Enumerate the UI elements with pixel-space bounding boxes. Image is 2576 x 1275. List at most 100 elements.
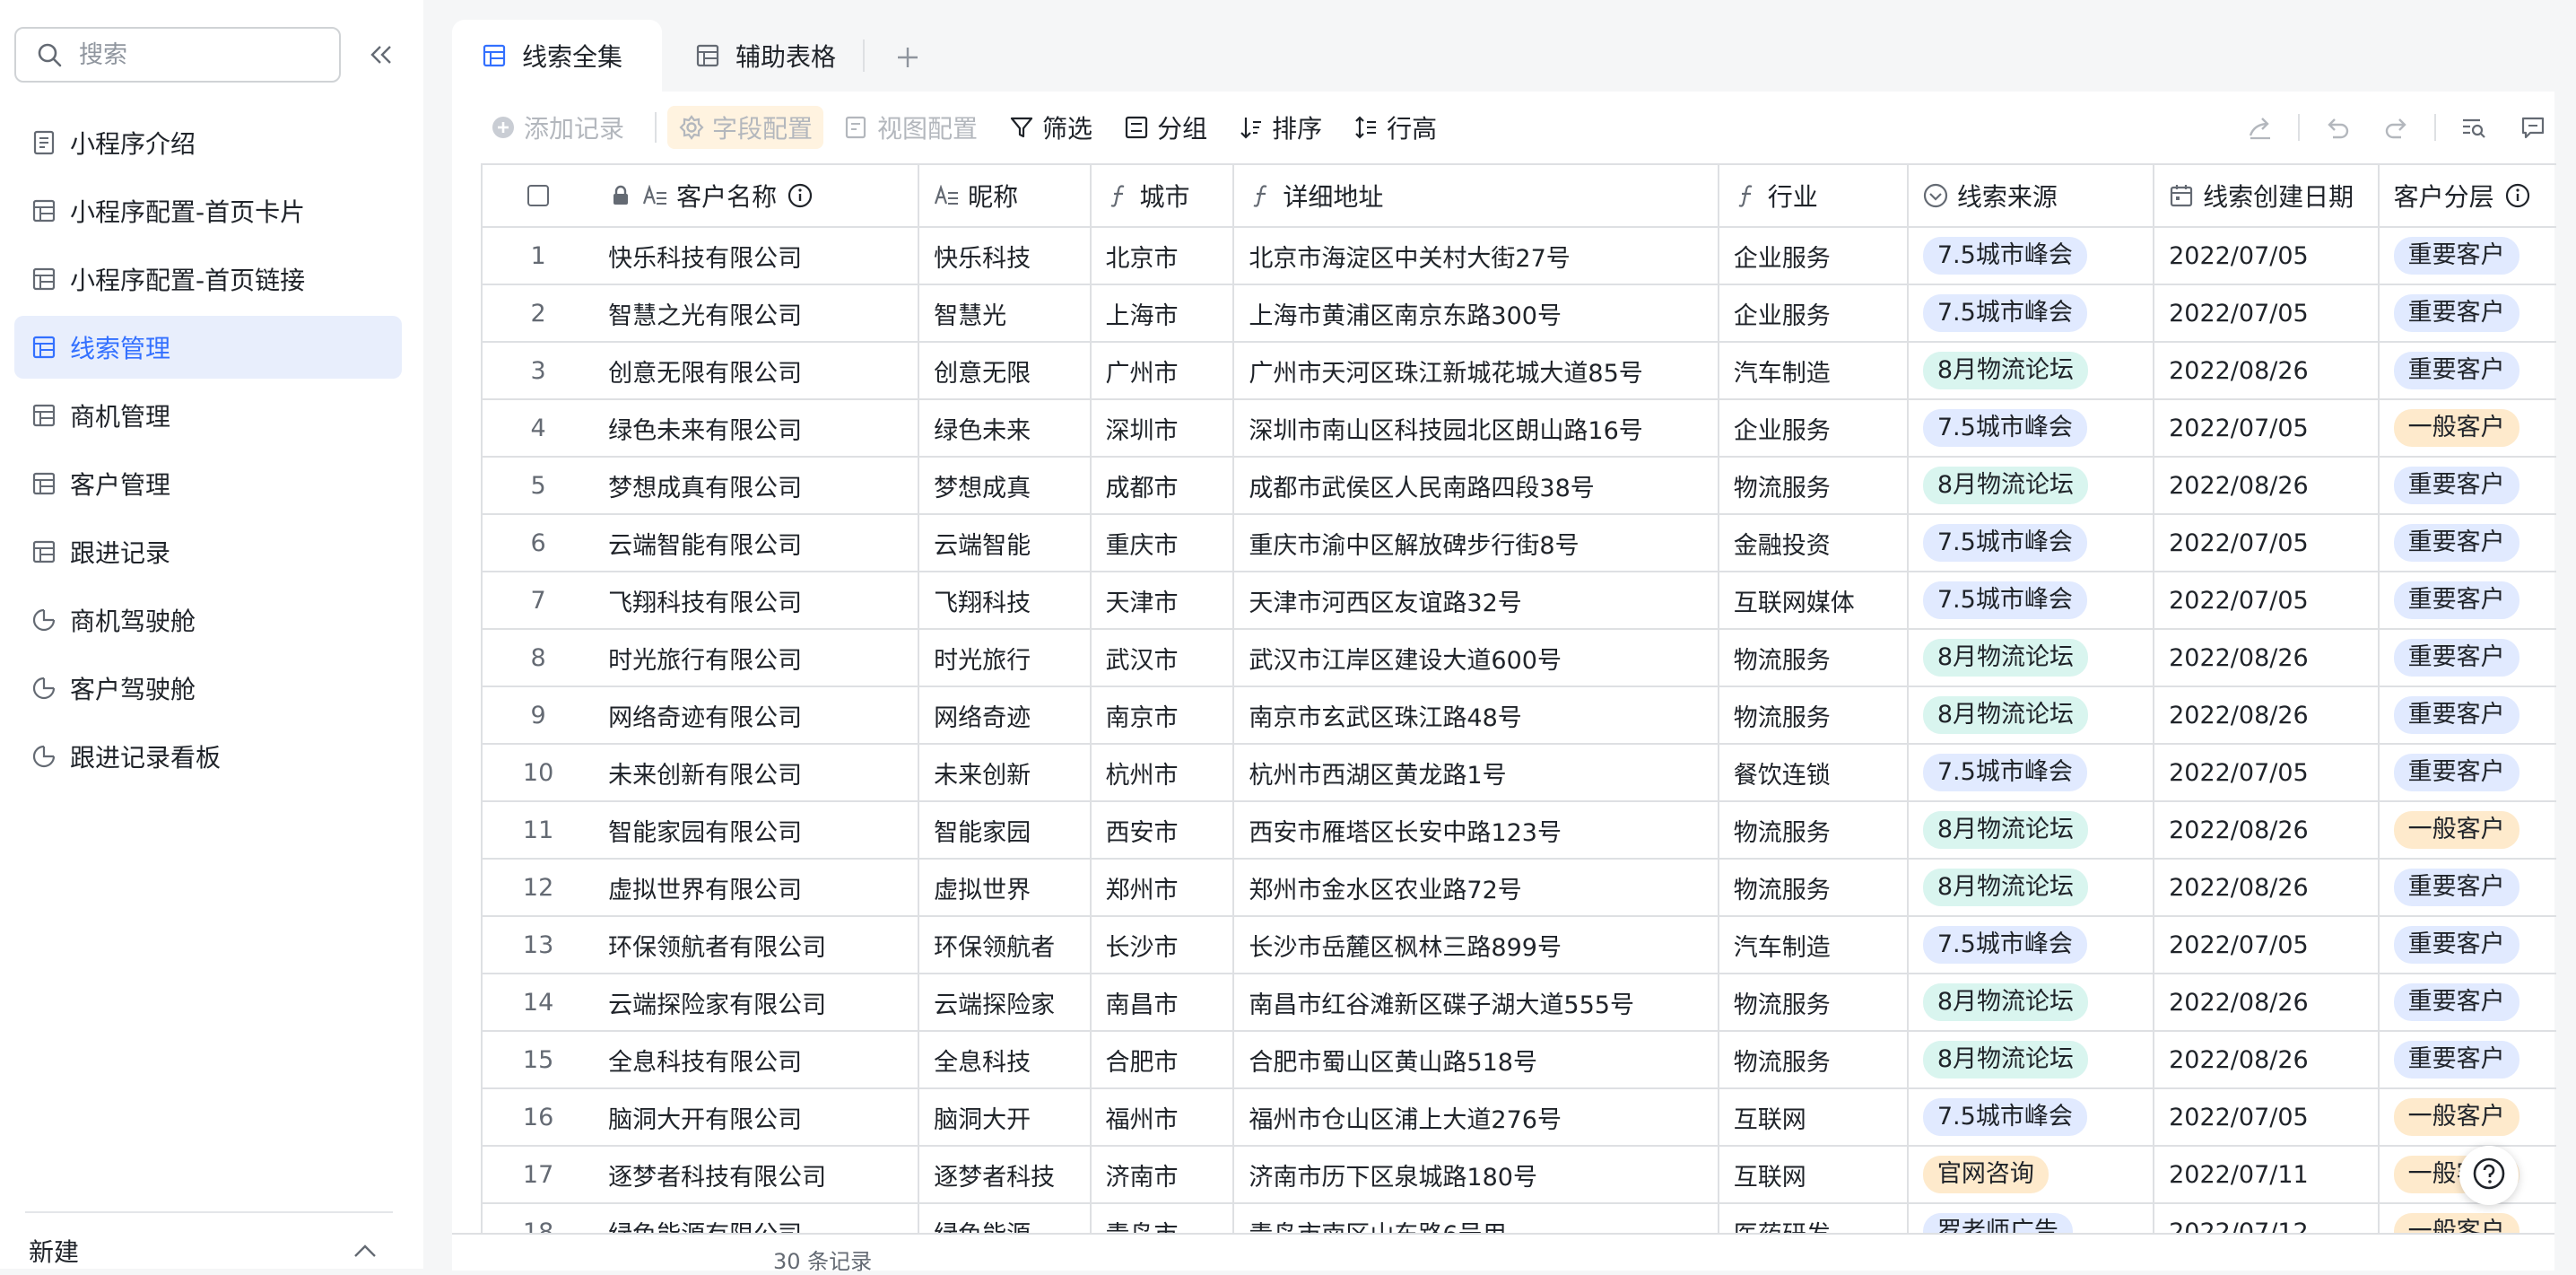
info-icon[interactable] bbox=[2505, 183, 2530, 208]
filter-button[interactable]: 筛选 bbox=[997, 106, 1103, 149]
cell-customer-name[interactable]: 环保领航者有限公司 bbox=[594, 917, 920, 973]
select-all-cell[interactable] bbox=[483, 165, 594, 226]
cell-industry[interactable]: 物流服务 bbox=[1719, 630, 1909, 686]
cell-industry[interactable]: 互联网媒体 bbox=[1719, 572, 1909, 628]
select-all-checkbox[interactable] bbox=[527, 185, 550, 206]
field-config-button[interactable]: 字段配置 bbox=[667, 106, 824, 149]
cell-address[interactable]: 北京市海淀区中关村大街27号 bbox=[1234, 228, 1719, 284]
cell-industry[interactable]: 物流服务 bbox=[1719, 687, 1909, 743]
cell-industry[interactable]: 餐饮连锁 bbox=[1719, 745, 1909, 800]
column-header-nickname[interactable]: 昵称 bbox=[919, 165, 1092, 226]
cell-city[interactable]: 杭州市 bbox=[1092, 745, 1235, 800]
cell-lead-source[interactable]: 7.5城市峰会 bbox=[1909, 745, 2155, 800]
cell-lead-source[interactable]: 8月物流论坛 bbox=[1909, 343, 2155, 398]
cell-nickname[interactable]: 云端探险家 bbox=[919, 974, 1092, 1030]
table-row[interactable]: 5 梦想成真有限公司 梦想成真 成都市 成都市武侯区人民南路四段38号 物流服务 8月物流论… bbox=[483, 458, 2556, 515]
cell-created-date[interactable]: 2022/08/26 bbox=[2154, 974, 2380, 1030]
cell-customer-name[interactable]: 虚拟世界有限公司 bbox=[594, 860, 920, 915]
cell-nickname[interactable]: 飞翔科技 bbox=[919, 572, 1092, 628]
cell-created-date[interactable]: 2022/08/26 bbox=[2154, 860, 2380, 915]
cell-customer-tier[interactable]: 重要客户 bbox=[2380, 745, 2556, 800]
cell-city[interactable]: 上海市 bbox=[1092, 285, 1235, 341]
table-row[interactable]: 3 创意无限有限公司 创意无限 广州市 广州市天河区珠江新城花城大道85号 汽车制造 8月物… bbox=[483, 343, 2556, 400]
find-replace-icon[interactable] bbox=[2452, 106, 2495, 149]
cell-lead-source[interactable]: 8月物流论坛 bbox=[1909, 630, 2155, 686]
cell-customer-name[interactable]: 智能家园有限公司 bbox=[594, 802, 920, 858]
cell-customer-tier[interactable]: 重要客户 bbox=[2380, 1032, 2556, 1087]
cell-address[interactable]: 西安市雁塔区长安中路123号 bbox=[1234, 802, 1719, 858]
sidebar-item-config-cards[interactable]: 小程序配置-首页卡片 bbox=[14, 179, 402, 242]
info-icon[interactable] bbox=[788, 183, 813, 208]
cell-address[interactable]: 天津市河西区友谊路32号 bbox=[1234, 572, 1719, 628]
sidebar-item-customers[interactable]: 客户管理 bbox=[14, 452, 402, 515]
cell-created-date[interactable]: 2022/08/26 bbox=[2154, 458, 2380, 513]
cell-nickname[interactable]: 智慧光 bbox=[919, 285, 1092, 341]
cell-address[interactable]: 成都市武侯区人民南路四段38号 bbox=[1234, 458, 1719, 513]
cell-city[interactable]: 北京市 bbox=[1092, 228, 1235, 284]
search-box[interactable] bbox=[14, 27, 341, 83]
column-header-city[interactable]: 城市 bbox=[1092, 165, 1235, 226]
table-row[interactable]: 14 云端探险家有限公司 云端探险家 南昌市 南昌市红谷滩新区碟子湖大道555号 物流服务… bbox=[483, 974, 2556, 1032]
cell-lead-source[interactable]: 8月物流论坛 bbox=[1909, 1032, 2155, 1087]
column-header-source[interactable]: 线索来源 bbox=[1909, 165, 2155, 226]
table-row[interactable]: 9 网络奇迹有限公司 网络奇迹 南京市 南京市玄武区珠江路48号 物流服务 8月物流论坛 20… bbox=[483, 687, 2556, 745]
cell-address[interactable]: 福州市仓山区浦上大道276号 bbox=[1234, 1089, 1719, 1145]
table-row[interactable]: 10 未来创新有限公司 未来创新 杭州市 杭州市西湖区黄龙路1号 餐饮连锁 7.5城市峰会 2… bbox=[483, 745, 2556, 802]
sidebar-item-leads[interactable]: 线索管理 bbox=[14, 316, 402, 379]
sidebar-item-opportunity-cockpit[interactable]: 商机驾驶舱 bbox=[14, 589, 402, 651]
cell-industry[interactable]: 物流服务 bbox=[1719, 802, 1909, 858]
cell-industry[interactable]: 汽车制造 bbox=[1719, 917, 1909, 973]
tab-aux-table[interactable]: 辅助表格 bbox=[694, 20, 836, 92]
cell-nickname[interactable]: 快乐科技 bbox=[919, 228, 1092, 284]
cell-city[interactable]: 深圳市 bbox=[1092, 400, 1235, 456]
cell-nickname[interactable]: 云端智能 bbox=[919, 515, 1092, 571]
cell-address[interactable]: 郑州市金水区农业路72号 bbox=[1234, 860, 1719, 915]
cell-created-date[interactable]: 2022/08/26 bbox=[2154, 802, 2380, 858]
collapse-sidebar-icon[interactable] bbox=[364, 39, 398, 70]
cell-industry[interactable]: 汽车制造 bbox=[1719, 343, 1909, 398]
cell-created-date[interactable]: 2022/07/05 bbox=[2154, 917, 2380, 973]
cell-industry[interactable]: 物流服务 bbox=[1719, 458, 1909, 513]
cell-industry[interactable]: 金融投资 bbox=[1719, 515, 1909, 571]
cell-lead-source[interactable]: 7.5城市峰会 bbox=[1909, 285, 2155, 341]
cell-customer-name[interactable]: 逐梦者科技有限公司 bbox=[594, 1147, 920, 1202]
cell-nickname[interactable]: 逐梦者科技 bbox=[919, 1147, 1092, 1202]
table-row[interactable]: 13 环保领航者有限公司 环保领航者 长沙市 长沙市岳麓区枫林三路899号 汽车制造 7.5… bbox=[483, 917, 2556, 974]
cell-customer-tier[interactable]: 一般客户 bbox=[2380, 400, 2556, 456]
cell-city[interactable]: 武汉市 bbox=[1092, 630, 1235, 686]
column-header-industry[interactable]: 行业 bbox=[1719, 165, 1909, 226]
group-button[interactable]: 分组 bbox=[1112, 106, 1218, 149]
cell-created-date[interactable]: 2022/07/05 bbox=[2154, 285, 2380, 341]
cell-lead-source[interactable]: 8月物流论坛 bbox=[1909, 687, 2155, 743]
cell-address[interactable]: 南京市玄武区珠江路48号 bbox=[1234, 687, 1719, 743]
table-row[interactable]: 8 时光旅行有限公司 时光旅行 武汉市 武汉市江岸区建设大道600号 物流服务 8月物流论坛… bbox=[483, 630, 2556, 687]
cell-industry[interactable]: 互联网 bbox=[1719, 1147, 1909, 1202]
cell-address[interactable]: 长沙市岳麓区枫林三路899号 bbox=[1234, 917, 1719, 973]
cell-created-date[interactable]: 2022/08/26 bbox=[2154, 1032, 2380, 1087]
table-row[interactable]: 1 快乐科技有限公司 快乐科技 北京市 北京市海淀区中关村大街27号 企业服务 7.5城市峰… bbox=[483, 228, 2556, 285]
cell-industry[interactable]: 物流服务 bbox=[1719, 974, 1909, 1030]
cell-industry[interactable]: 物流服务 bbox=[1719, 1032, 1909, 1087]
cell-lead-source[interactable]: 7.5城市峰会 bbox=[1909, 228, 2155, 284]
table-row[interactable]: 17 逐梦者科技有限公司 逐梦者科技 济南市 济南市历下区泉城路180号 互联网 官网咨询 2… bbox=[483, 1147, 2556, 1204]
cell-lead-source[interactable]: 8月物流论坛 bbox=[1909, 860, 2155, 915]
cell-customer-name[interactable]: 创意无限有限公司 bbox=[594, 343, 920, 398]
cell-nickname[interactable]: 全息科技 bbox=[919, 1032, 1092, 1087]
cell-created-date[interactable]: 2022/07/05 bbox=[2154, 572, 2380, 628]
cell-industry[interactable]: 企业服务 bbox=[1719, 400, 1909, 456]
view-config-button[interactable]: 视图配置 bbox=[832, 106, 988, 149]
add-tab-icon[interactable] bbox=[890, 39, 926, 75]
sidebar-item-config-links[interactable]: 小程序配置-首页链接 bbox=[14, 248, 402, 310]
cell-city[interactable]: 南昌市 bbox=[1092, 974, 1235, 1030]
cell-lead-source[interactable]: 7.5城市峰会 bbox=[1909, 1089, 2155, 1145]
help-button[interactable] bbox=[2459, 1146, 2519, 1205]
cell-customer-tier[interactable]: 重要客户 bbox=[2380, 630, 2556, 686]
sidebar-item-intro[interactable]: 小程序介绍 bbox=[14, 111, 402, 174]
cell-customer-name[interactable]: 快乐科技有限公司 bbox=[594, 228, 920, 284]
cell-customer-name[interactable]: 飞翔科技有限公司 bbox=[594, 572, 920, 628]
cell-city[interactable]: 济南市 bbox=[1092, 1147, 1235, 1202]
cell-address[interactable]: 合肥市蜀山区黄山路518号 bbox=[1234, 1032, 1719, 1087]
sort-button[interactable]: 排序 bbox=[1227, 106, 1333, 149]
cell-customer-tier[interactable]: 重要客户 bbox=[2380, 687, 2556, 743]
cell-city[interactable]: 广州市 bbox=[1092, 343, 1235, 398]
